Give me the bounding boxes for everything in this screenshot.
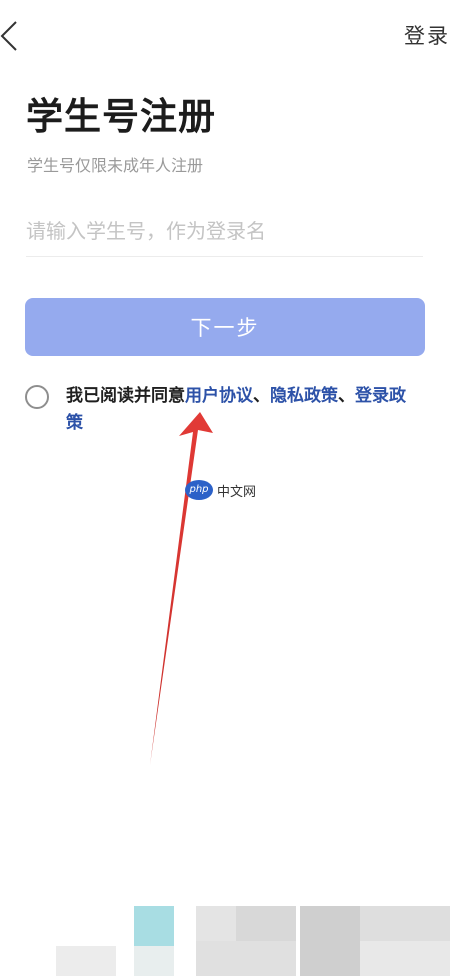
pixelated-bottom-strip: [0, 906, 450, 976]
agreement-separator: 、: [338, 386, 355, 406]
watermark-logo: php 中文网: [185, 480, 256, 500]
user-agreement-link[interactable]: 用户协议: [185, 386, 253, 406]
back-button[interactable]: [0, 12, 24, 56]
next-step-button[interactable]: 下一步: [25, 298, 425, 356]
agreement-text: 我已阅读并同意用户协议、隐私政策、登录政策: [66, 383, 416, 437]
login-link[interactable]: 登录: [404, 20, 450, 50]
agreement-checkbox[interactable]: [25, 385, 49, 409]
php-badge: php: [185, 480, 213, 500]
page-subtitle: 学生号仅限未成年人注册: [27, 156, 204, 175]
privacy-policy-link[interactable]: 隐私政策: [270, 386, 338, 406]
agreement-separator: 、: [253, 386, 270, 406]
chevron-left-icon: [0, 21, 17, 51]
page-title: 学生号注册: [26, 95, 216, 138]
watermark-text: 中文网: [217, 484, 257, 500]
agreement-prefix: 我已阅读并同意: [66, 386, 185, 406]
student-id-input[interactable]: [26, 206, 423, 257]
